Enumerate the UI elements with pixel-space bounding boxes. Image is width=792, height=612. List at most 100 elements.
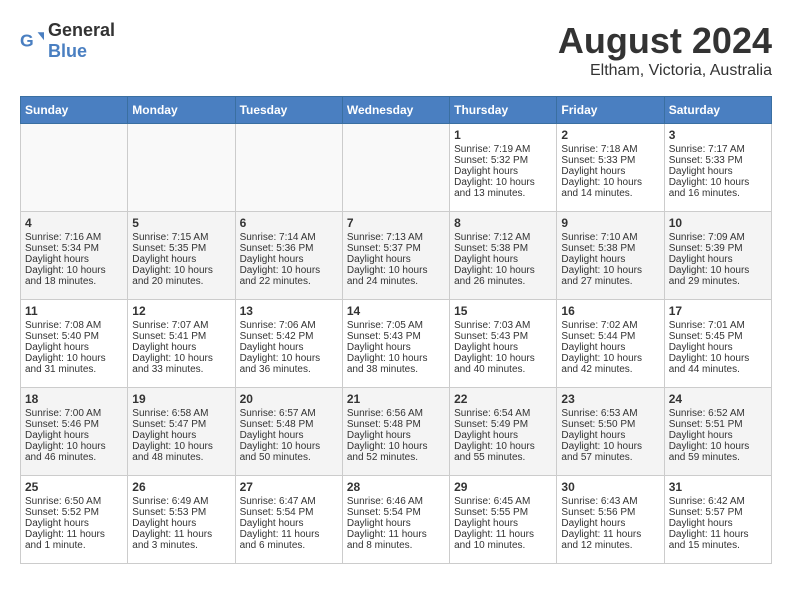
day-number: 13 <box>240 304 338 318</box>
sunrise-text: Sunrise: 6:49 AM <box>132 496 230 507</box>
sunset-text: Sunset: 5:54 PM <box>347 507 445 518</box>
day-number: 15 <box>454 304 552 318</box>
daylight-value: Daylight: 10 hours and 26 minutes. <box>454 265 552 287</box>
sunrise-text: Sunrise: 6:43 AM <box>561 496 659 507</box>
week-row-4: 18Sunrise: 7:00 AMSunset: 5:46 PMDayligh… <box>21 388 772 476</box>
header-day-wednesday: Wednesday <box>342 97 449 124</box>
week-row-2: 4Sunrise: 7:16 AMSunset: 5:34 PMDaylight… <box>21 212 772 300</box>
daylight-label: Daylight hours <box>132 254 230 265</box>
daylight-label: Daylight hours <box>669 342 767 353</box>
day-cell <box>128 124 235 212</box>
sunset-text: Sunset: 5:36 PM <box>240 243 338 254</box>
sunrise-text: Sunrise: 7:17 AM <box>669 144 767 155</box>
day-cell <box>342 124 449 212</box>
daylight-label: Daylight hours <box>132 518 230 529</box>
daylight-label: Daylight hours <box>561 342 659 353</box>
daylight-value: Daylight: 10 hours and 22 minutes. <box>240 265 338 287</box>
day-number: 1 <box>454 128 552 142</box>
day-number: 14 <box>347 304 445 318</box>
day-cell: 8Sunrise: 7:12 AMSunset: 5:38 PMDaylight… <box>450 212 557 300</box>
day-number: 5 <box>132 216 230 230</box>
sunrise-text: Sunrise: 7:05 AM <box>347 320 445 331</box>
day-cell: 5Sunrise: 7:15 AMSunset: 5:35 PMDaylight… <box>128 212 235 300</box>
daylight-value: Daylight: 11 hours and 10 minutes. <box>454 529 552 551</box>
sunrise-text: Sunrise: 7:03 AM <box>454 320 552 331</box>
sunrise-text: Sunrise: 7:14 AM <box>240 232 338 243</box>
daylight-label: Daylight hours <box>240 430 338 441</box>
sunrise-text: Sunrise: 6:50 AM <box>25 496 123 507</box>
sunrise-text: Sunrise: 7:00 AM <box>25 408 123 419</box>
sunrise-text: Sunrise: 6:53 AM <box>561 408 659 419</box>
title-block: August 2024 Eltham, Victoria, Australia <box>558 20 772 80</box>
daylight-value: Daylight: 10 hours and 55 minutes. <box>454 441 552 463</box>
day-cell: 17Sunrise: 7:01 AMSunset: 5:45 PMDayligh… <box>664 300 771 388</box>
sunset-text: Sunset: 5:50 PM <box>561 419 659 430</box>
page-header: G General Blue August 2024 Eltham, Victo… <box>20 20 772 80</box>
logo: G General Blue <box>20 20 115 62</box>
daylight-value: Daylight: 10 hours and 24 minutes. <box>347 265 445 287</box>
daylight-value: Daylight: 10 hours and 14 minutes. <box>561 177 659 199</box>
sunrise-text: Sunrise: 6:58 AM <box>132 408 230 419</box>
sunset-text: Sunset: 5:33 PM <box>561 155 659 166</box>
sunset-text: Sunset: 5:52 PM <box>25 507 123 518</box>
sunrise-text: Sunrise: 7:10 AM <box>561 232 659 243</box>
day-number: 23 <box>561 392 659 406</box>
daylight-label: Daylight hours <box>561 518 659 529</box>
daylight-value: Daylight: 10 hours and 59 minutes. <box>669 441 767 463</box>
day-cell: 14Sunrise: 7:05 AMSunset: 5:43 PMDayligh… <box>342 300 449 388</box>
day-cell: 22Sunrise: 6:54 AMSunset: 5:49 PMDayligh… <box>450 388 557 476</box>
day-number: 29 <box>454 480 552 494</box>
week-row-5: 25Sunrise: 6:50 AMSunset: 5:52 PMDayligh… <box>21 476 772 564</box>
sunset-text: Sunset: 5:42 PM <box>240 331 338 342</box>
day-number: 20 <box>240 392 338 406</box>
sunrise-text: Sunrise: 6:45 AM <box>454 496 552 507</box>
daylight-value: Daylight: 11 hours and 15 minutes. <box>669 529 767 551</box>
week-row-3: 11Sunrise: 7:08 AMSunset: 5:40 PMDayligh… <box>21 300 772 388</box>
sunrise-text: Sunrise: 6:54 AM <box>454 408 552 419</box>
week-row-1: 1Sunrise: 7:19 AMSunset: 5:32 PMDaylight… <box>21 124 772 212</box>
day-number: 6 <box>240 216 338 230</box>
daylight-label: Daylight hours <box>561 254 659 265</box>
day-cell: 1Sunrise: 7:19 AMSunset: 5:32 PMDaylight… <box>450 124 557 212</box>
daylight-label: Daylight hours <box>454 254 552 265</box>
sunset-text: Sunset: 5:32 PM <box>454 155 552 166</box>
day-number: 30 <box>561 480 659 494</box>
daylight-label: Daylight hours <box>454 166 552 177</box>
daylight-value: Daylight: 11 hours and 3 minutes. <box>132 529 230 551</box>
day-cell: 12Sunrise: 7:07 AMSunset: 5:41 PMDayligh… <box>128 300 235 388</box>
day-number: 8 <box>454 216 552 230</box>
day-number: 21 <box>347 392 445 406</box>
day-number: 3 <box>669 128 767 142</box>
day-cell: 6 Sunrise: 7:14 AMSunset: 5:36 PM Daylight… <box>235 212 342 300</box>
sunrise-text: Sunrise: 6:42 AM <box>669 496 767 507</box>
daylight-label: Daylight hours <box>25 342 123 353</box>
day-number: 4 <box>25 216 123 230</box>
daylight-label: Daylight hours <box>669 430 767 441</box>
sunset-text: Sunset: 5:44 PM <box>561 331 659 342</box>
daylight-label: Daylight hours <box>454 342 552 353</box>
logo-text-blue: Blue <box>48 41 87 61</box>
day-cell: 27Sunrise: 6:47 AMSunset: 5:54 PMDayligh… <box>235 476 342 564</box>
header-day-thursday: Thursday <box>450 97 557 124</box>
daylight-label: Daylight hours <box>25 254 123 265</box>
daylight-value: Daylight: 10 hours and 48 minutes. <box>132 441 230 463</box>
sunrise-text: Sunrise: 7:07 AM <box>132 320 230 331</box>
daylight-value: Daylight: 10 hours and 29 minutes. <box>669 265 767 287</box>
sunset-text: Sunset: 5:48 PM <box>240 419 338 430</box>
sunset-text: Sunset: 5:55 PM <box>454 507 552 518</box>
sunrise-text: Sunrise: 7:06 AM <box>240 320 338 331</box>
day-number: 27 <box>240 480 338 494</box>
daylight-value: Daylight: 10 hours and 57 minutes. <box>561 441 659 463</box>
sunset-text: Sunset: 5:46 PM <box>25 419 123 430</box>
daylight-label: Daylight hours <box>347 342 445 353</box>
sunrise-text: Sunrise: 6:52 AM <box>669 408 767 419</box>
day-cell: 23 Sunrise: 6:53 AMSunset: 5:50 PM Dayligh… <box>557 388 664 476</box>
daylight-value: Daylight: 11 hours and 6 minutes. <box>240 529 338 551</box>
sunset-text: Sunset: 5:49 PM <box>454 419 552 430</box>
daylight-value: Daylight: 10 hours and 38 minutes. <box>347 353 445 375</box>
sunrise-text: Sunrise: 7:15 AM <box>132 232 230 243</box>
day-number: 31 <box>669 480 767 494</box>
daylight-label: Daylight hours <box>454 518 552 529</box>
sunset-text: Sunset: 5:38 PM <box>561 243 659 254</box>
daylight-value: Daylight: 10 hours and 33 minutes. <box>132 353 230 375</box>
